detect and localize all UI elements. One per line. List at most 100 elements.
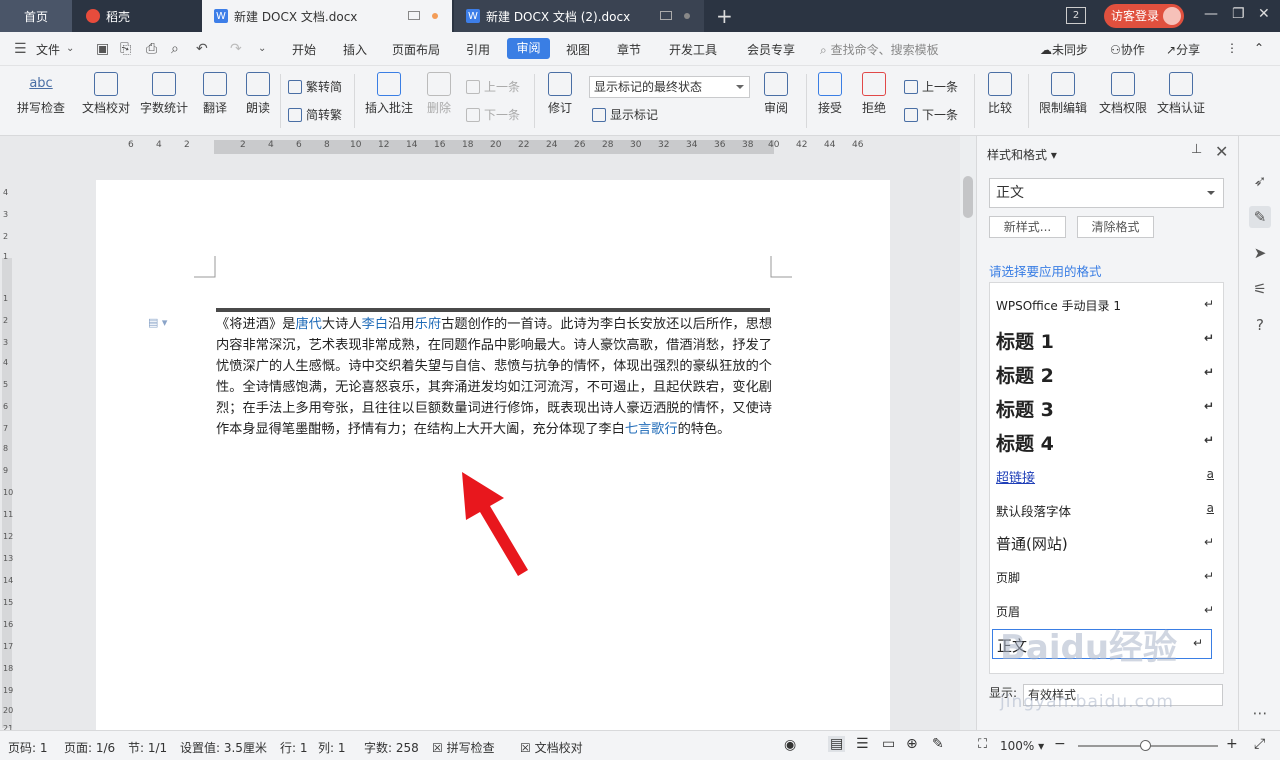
style-item-heading2[interactable]: 标题 2 ↵ (996, 361, 1214, 388)
write-mode-icon[interactable]: ✎ (932, 736, 944, 752)
prev-change-button[interactable]: 上一条 (904, 78, 958, 95)
hamburger-icon[interactable]: ☰ (14, 41, 27, 57)
vertical-scrollbar[interactable] (960, 136, 976, 730)
adjust-sliders-icon[interactable]: ⚟ (1249, 278, 1271, 300)
status-page-number[interactable]: 页码: 1 (8, 739, 48, 756)
more-quick-icon[interactable]: ⌄ (258, 43, 266, 54)
menu-start[interactable]: 开始 (292, 41, 316, 58)
next-comment-button[interactable]: 下一条 (466, 106, 520, 123)
scrollbar-thumb[interactable] (963, 176, 973, 218)
vertical-ruler[interactable]: 4 3 2 1 1 2 3 4 5 6 7 8 9 10 11 12 13 14… (0, 158, 14, 733)
simp-to-trad-button[interactable]: 简转繁 (288, 106, 342, 123)
collapse-ribbon-icon[interactable]: ⌃ (1254, 41, 1264, 55)
window-count-badge[interactable]: 2 (1066, 7, 1086, 24)
close-panel-icon[interactable]: ✕ (1215, 142, 1228, 161)
style-item-heading1[interactable]: 标题 1 ↵ (996, 327, 1214, 354)
spell-check-button[interactable]: abc 拼写检查 (12, 72, 70, 116)
document-page[interactable]: ▤ ▾ 《将进酒》是唐代大诗人李白沿用乐府古题创作的一首诗。此诗为李白长安放还以… (96, 180, 890, 730)
style-item-toc1[interactable]: WPSOffice 手动目录 1 ↵ (996, 297, 1214, 314)
collab-button[interactable]: ⚇协作 (1110, 41, 1145, 58)
tab-document-2[interactable]: W 新建 DOCX 文档 (2).docx (454, 0, 704, 32)
close-icon[interactable]: ✕ (1258, 6, 1270, 22)
fullscreen-icon[interactable]: ⤢ (1254, 736, 1265, 752)
login-button[interactable]: 访客登录 (1104, 4, 1184, 28)
markup-state-select[interactable]: 显示标记的最终状态 (589, 76, 750, 98)
status-proofread[interactable]: ☒ 文档校对 (520, 739, 583, 756)
tab-docer[interactable]: 稻壳 (72, 0, 202, 32)
status-col[interactable]: 列: 1 (318, 739, 346, 756)
outline-view-icon[interactable]: ☰ (856, 736, 869, 752)
word-count-button[interactable]: 字数统计 (138, 72, 190, 116)
hyperlink[interactable]: 李白 (362, 317, 388, 332)
menu-member[interactable]: 会员专享 (747, 41, 795, 58)
zoom-in-icon[interactable]: + (1226, 736, 1238, 752)
zoom-out-icon[interactable]: − (1054, 736, 1066, 752)
read-view-icon[interactable]: ▭ (882, 736, 895, 752)
new-tab-plus-icon[interactable]: + (716, 4, 733, 28)
status-row[interactable]: 行: 1 (280, 739, 308, 756)
doc-permission-button[interactable]: 文档权限 (1096, 72, 1150, 116)
hyperlink[interactable]: 七言歌行 (625, 422, 678, 437)
show-markup-button[interactable]: 显示标记 (592, 106, 658, 123)
menu-insert[interactable]: 插入 (343, 41, 367, 58)
doc-certify-button[interactable]: 文档认证 (1154, 72, 1208, 116)
redo-icon[interactable]: ↷ (230, 41, 242, 57)
style-item-normal-web[interactable]: 普通(网站) ↵ (996, 533, 1214, 554)
print-preview-icon[interactable]: ⌕ (171, 41, 179, 57)
restore-icon[interactable]: ❐ (1232, 6, 1245, 22)
style-item-heading3[interactable]: 标题 3 ↵ (996, 395, 1214, 422)
status-pages[interactable]: 页面: 1/6 (64, 739, 115, 756)
style-item-header[interactable]: 页眉 ↵ (996, 603, 1214, 620)
share-button[interactable]: ↗分享 (1166, 41, 1200, 58)
trad-to-simp-button[interactable]: 繁转简 (288, 78, 342, 95)
pin-icon[interactable]: ⊥ (1191, 142, 1202, 157)
help-icon[interactable]: ? (1249, 314, 1271, 336)
menu-reference[interactable]: 引用 (466, 41, 490, 58)
eye-protect-icon[interactable]: ◉ (784, 737, 796, 753)
zoom-slider-knob[interactable] (1140, 740, 1151, 751)
restrict-edit-button[interactable]: 限制编辑 (1036, 72, 1090, 116)
menu-view[interactable]: 视图 (566, 41, 590, 58)
accept-button[interactable]: 接受 (812, 72, 848, 116)
horizontal-ruler[interactable]: 6 4 2 2 4 6 8 10 12 14 16 18 20 22 24 26… (0, 136, 960, 158)
clear-format-button[interactable]: 清除格式 (1077, 216, 1154, 238)
paragraph-options-icon[interactable]: ▤ ▾ (148, 316, 167, 329)
menu-layout[interactable]: 页面布局 (392, 41, 440, 58)
reject-button[interactable]: 拒绝 (856, 72, 892, 116)
more-icon[interactable]: ⋮ (1226, 41, 1238, 55)
hyperlink[interactable]: 乐府 (415, 317, 441, 332)
style-item-hyperlink[interactable]: 超链接 a (996, 467, 1214, 486)
sync-button[interactable]: ☁未同步 (1040, 41, 1088, 58)
prev-comment-button[interactable]: 上一条 (466, 78, 520, 95)
web-view-icon[interactable]: ⊕ (906, 736, 918, 752)
review-pane-button[interactable]: 审阅 (756, 72, 796, 116)
menu-review[interactable]: 审阅 (507, 38, 550, 59)
open-icon[interactable]: ⎘ (120, 41, 131, 57)
zoom-level[interactable]: 100% ▾ (1000, 739, 1044, 753)
page-view-icon[interactable]: ▤ (828, 736, 846, 752)
status-spell-check[interactable]: ☒ 拼写检查 (432, 739, 495, 756)
style-item-heading4[interactable]: 标题 4 ↵ (996, 429, 1214, 456)
status-word-count[interactable]: 字数: 258 (364, 739, 419, 756)
minimize-icon[interactable]: — (1204, 6, 1218, 22)
compare-button[interactable]: 比较 (982, 72, 1018, 116)
status-setting[interactable]: 设置值: 3.5厘米 (180, 739, 267, 756)
translate-button[interactable]: 翻译 (196, 72, 234, 116)
print-icon[interactable]: ⎙ (146, 41, 157, 57)
delete-comment-button[interactable]: 删除 (420, 72, 458, 116)
tab-home[interactable]: 首页 (0, 0, 72, 32)
tab-active-document[interactable]: W 新建 DOCX 文档.docx (202, 0, 452, 32)
fit-page-icon[interactable]: ⛶ (978, 737, 987, 752)
track-changes-button[interactable]: 修订 (540, 72, 580, 116)
new-style-button[interactable]: 新样式... (989, 216, 1066, 238)
insert-comment-button[interactable]: 插入批注 (362, 72, 416, 116)
read-aloud-button[interactable]: 朗读 (242, 72, 274, 116)
undo-icon[interactable]: ↶ (196, 41, 208, 57)
hyperlink[interactable]: 唐代 (295, 317, 321, 332)
menu-chapter[interactable]: 章节 (617, 41, 641, 58)
menu-developer[interactable]: 开发工具 (669, 41, 717, 58)
menu-file[interactable]: 文件 (36, 41, 60, 58)
more-dots-icon[interactable]: ⋯ (1249, 702, 1271, 724)
style-item-default-font[interactable]: 默认段落字体 a (996, 501, 1214, 520)
chevron-down-icon[interactable]: ⌄ (66, 43, 74, 54)
